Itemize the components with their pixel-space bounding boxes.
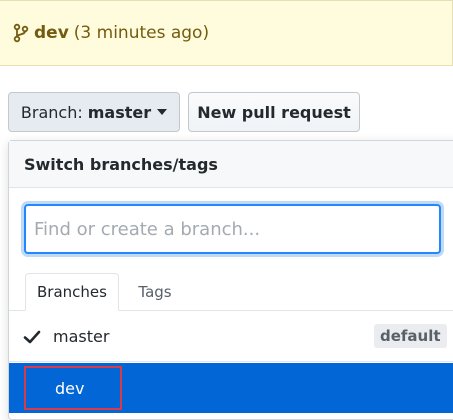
banner-timestamp: (3 minutes ago) <box>73 23 210 43</box>
branch-filter-input[interactable] <box>24 204 441 254</box>
branch-select-current: master <box>87 102 152 122</box>
branch-select-prefix: Branch: <box>20 102 83 122</box>
tab-tags[interactable]: Tags <box>127 273 183 311</box>
new-pull-request-button[interactable]: New pull request <box>188 92 360 132</box>
caret-down-icon <box>157 109 168 115</box>
branch-item-master[interactable]: master default <box>9 312 453 362</box>
dropdown-title: Switch branches/tags <box>9 141 453 188</box>
default-badge: default <box>374 324 447 348</box>
branch-dropdown: Switch branches/tags Branches Tags maste… <box>8 140 453 420</box>
annotation-highlight-box <box>24 366 122 410</box>
branch-item-label: master <box>53 327 110 346</box>
recent-push-banner: dev (3 minutes ago) <box>0 0 453 66</box>
banner-branch-name[interactable]: dev <box>34 23 69 43</box>
tab-branches[interactable]: Branches <box>25 273 119 311</box>
git-branch-icon <box>13 23 29 43</box>
branch-tag-tabs: Branches Tags <box>9 273 453 311</box>
branch-select-button[interactable]: Branch: master <box>8 92 180 132</box>
check-icon <box>23 328 41 346</box>
branch-item-dev[interactable]: dev <box>9 363 453 413</box>
